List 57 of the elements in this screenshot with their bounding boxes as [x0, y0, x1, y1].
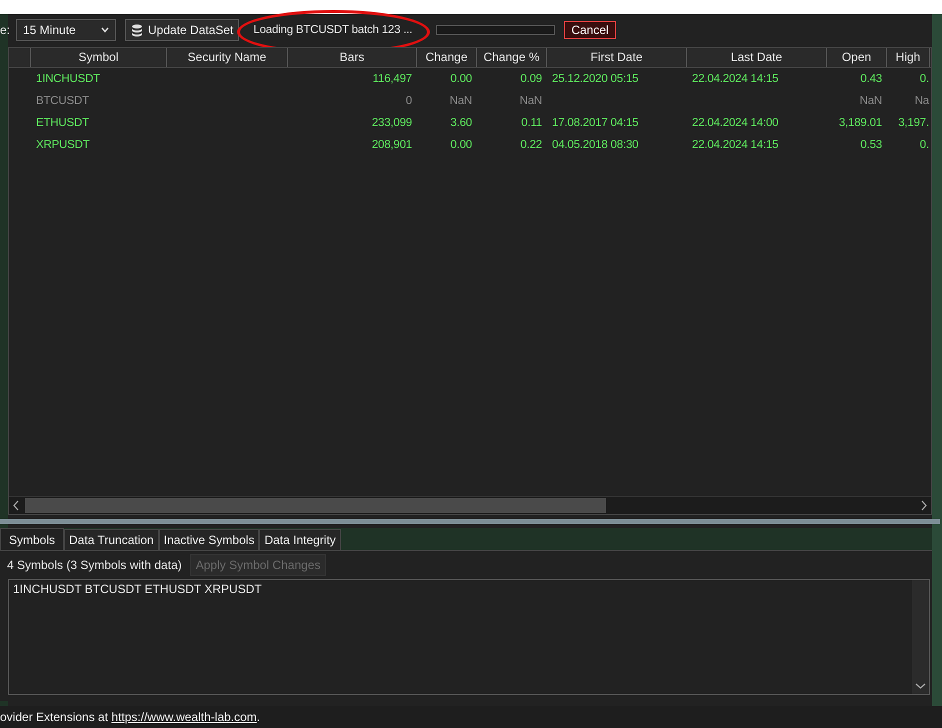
table-cell: 116,497 [372, 73, 412, 85]
tab[interactable]: Inactive Symbols [158, 529, 260, 550]
table-cell: 25.12.2020 05:15 [552, 73, 638, 85]
column-header[interactable]: Bars [288, 48, 417, 67]
table-cell: 208,901 [372, 139, 412, 151]
table-cell: 0.53 [860, 139, 882, 151]
symbols-field[interactable]: 1INCHUSDT BTCUSDT ETHUSDT XRPUSDT [8, 579, 930, 695]
column-header[interactable]: Security Name [167, 48, 288, 67]
table-cell: XRPUSDT [36, 139, 90, 151]
table-cell: NaN [520, 95, 542, 107]
table-cell: BTCUSDT [36, 95, 89, 107]
interval-dropdown[interactable]: 15 Minute [16, 19, 116, 41]
tab[interactable]: Data Truncation [64, 529, 159, 550]
table-cell: 22.04.2024 14:15 [692, 139, 778, 151]
table-cell: 3,189.01 [838, 117, 882, 129]
table-cell: 22.04.2024 14:00 [692, 117, 778, 129]
table-cell: NaN [860, 95, 882, 107]
table-cell: 0.11 [521, 117, 542, 129]
table-cell: 0. [920, 73, 929, 85]
table-cell: 3,197. [898, 117, 929, 129]
column-header[interactable]: Symbol [31, 48, 167, 67]
table-cell: ETHUSDT [36, 117, 89, 129]
status-text: Loading BTCUSDT batch 123 ... [253, 24, 412, 36]
website-link[interactable]: https://www.wealth-lab.com [111, 710, 257, 724]
table-cell: NaN [450, 95, 472, 107]
column-header[interactable]: First Date [547, 48, 687, 67]
update-dataset-button[interactable]: Update DataSet [125, 19, 240, 41]
table-cell: 17.08.2017 04:15 [552, 117, 638, 129]
symbol-count: 4 Symbols (3 Symbols with data) [7, 558, 182, 572]
table-cell: 0. [920, 139, 929, 151]
chevron-icon [101, 27, 109, 33]
tab[interactable]: Data Integrity [259, 529, 341, 550]
column-header[interactable]: Change [417, 48, 477, 67]
table-cell: 1INCHUSDT [36, 73, 100, 85]
table-cell: 0.22 [520, 139, 542, 151]
table-cell: 0.00 [450, 73, 472, 85]
cancel-button[interactable]: Cancel [564, 21, 616, 39]
table-cell: 0.43 [860, 73, 882, 85]
horizontal-scrollbar[interactable] [9, 496, 931, 514]
table-cell: 3.60 [450, 117, 472, 129]
table-cell: 0.00 [450, 139, 472, 151]
column-header[interactable]: High [887, 48, 930, 67]
column-header[interactable]: Last Date [687, 48, 827, 67]
footer-text: ovider Extensions at https://www.wealth-lab.com. [0, 710, 260, 724]
column-header[interactable]: Change % [477, 48, 547, 67]
table-cell: Na [914, 95, 929, 107]
database-icon [131, 24, 143, 36]
vertical-scrollbar[interactable] [912, 580, 929, 694]
column-header[interactable]: Open [827, 48, 887, 67]
tab[interactable]: Symbols [0, 528, 64, 550]
scrollbar-thumb[interactable] [25, 498, 606, 513]
table-cell: 22.04.2024 14:15 [692, 73, 778, 85]
table-cell: 04.05.2018 08:30 [552, 139, 638, 151]
table-cell: 0.09 [520, 73, 542, 85]
field-label: e: [0, 23, 12, 37]
table-cell: 233,099 [372, 117, 412, 129]
table-cell: 0 [406, 95, 412, 107]
